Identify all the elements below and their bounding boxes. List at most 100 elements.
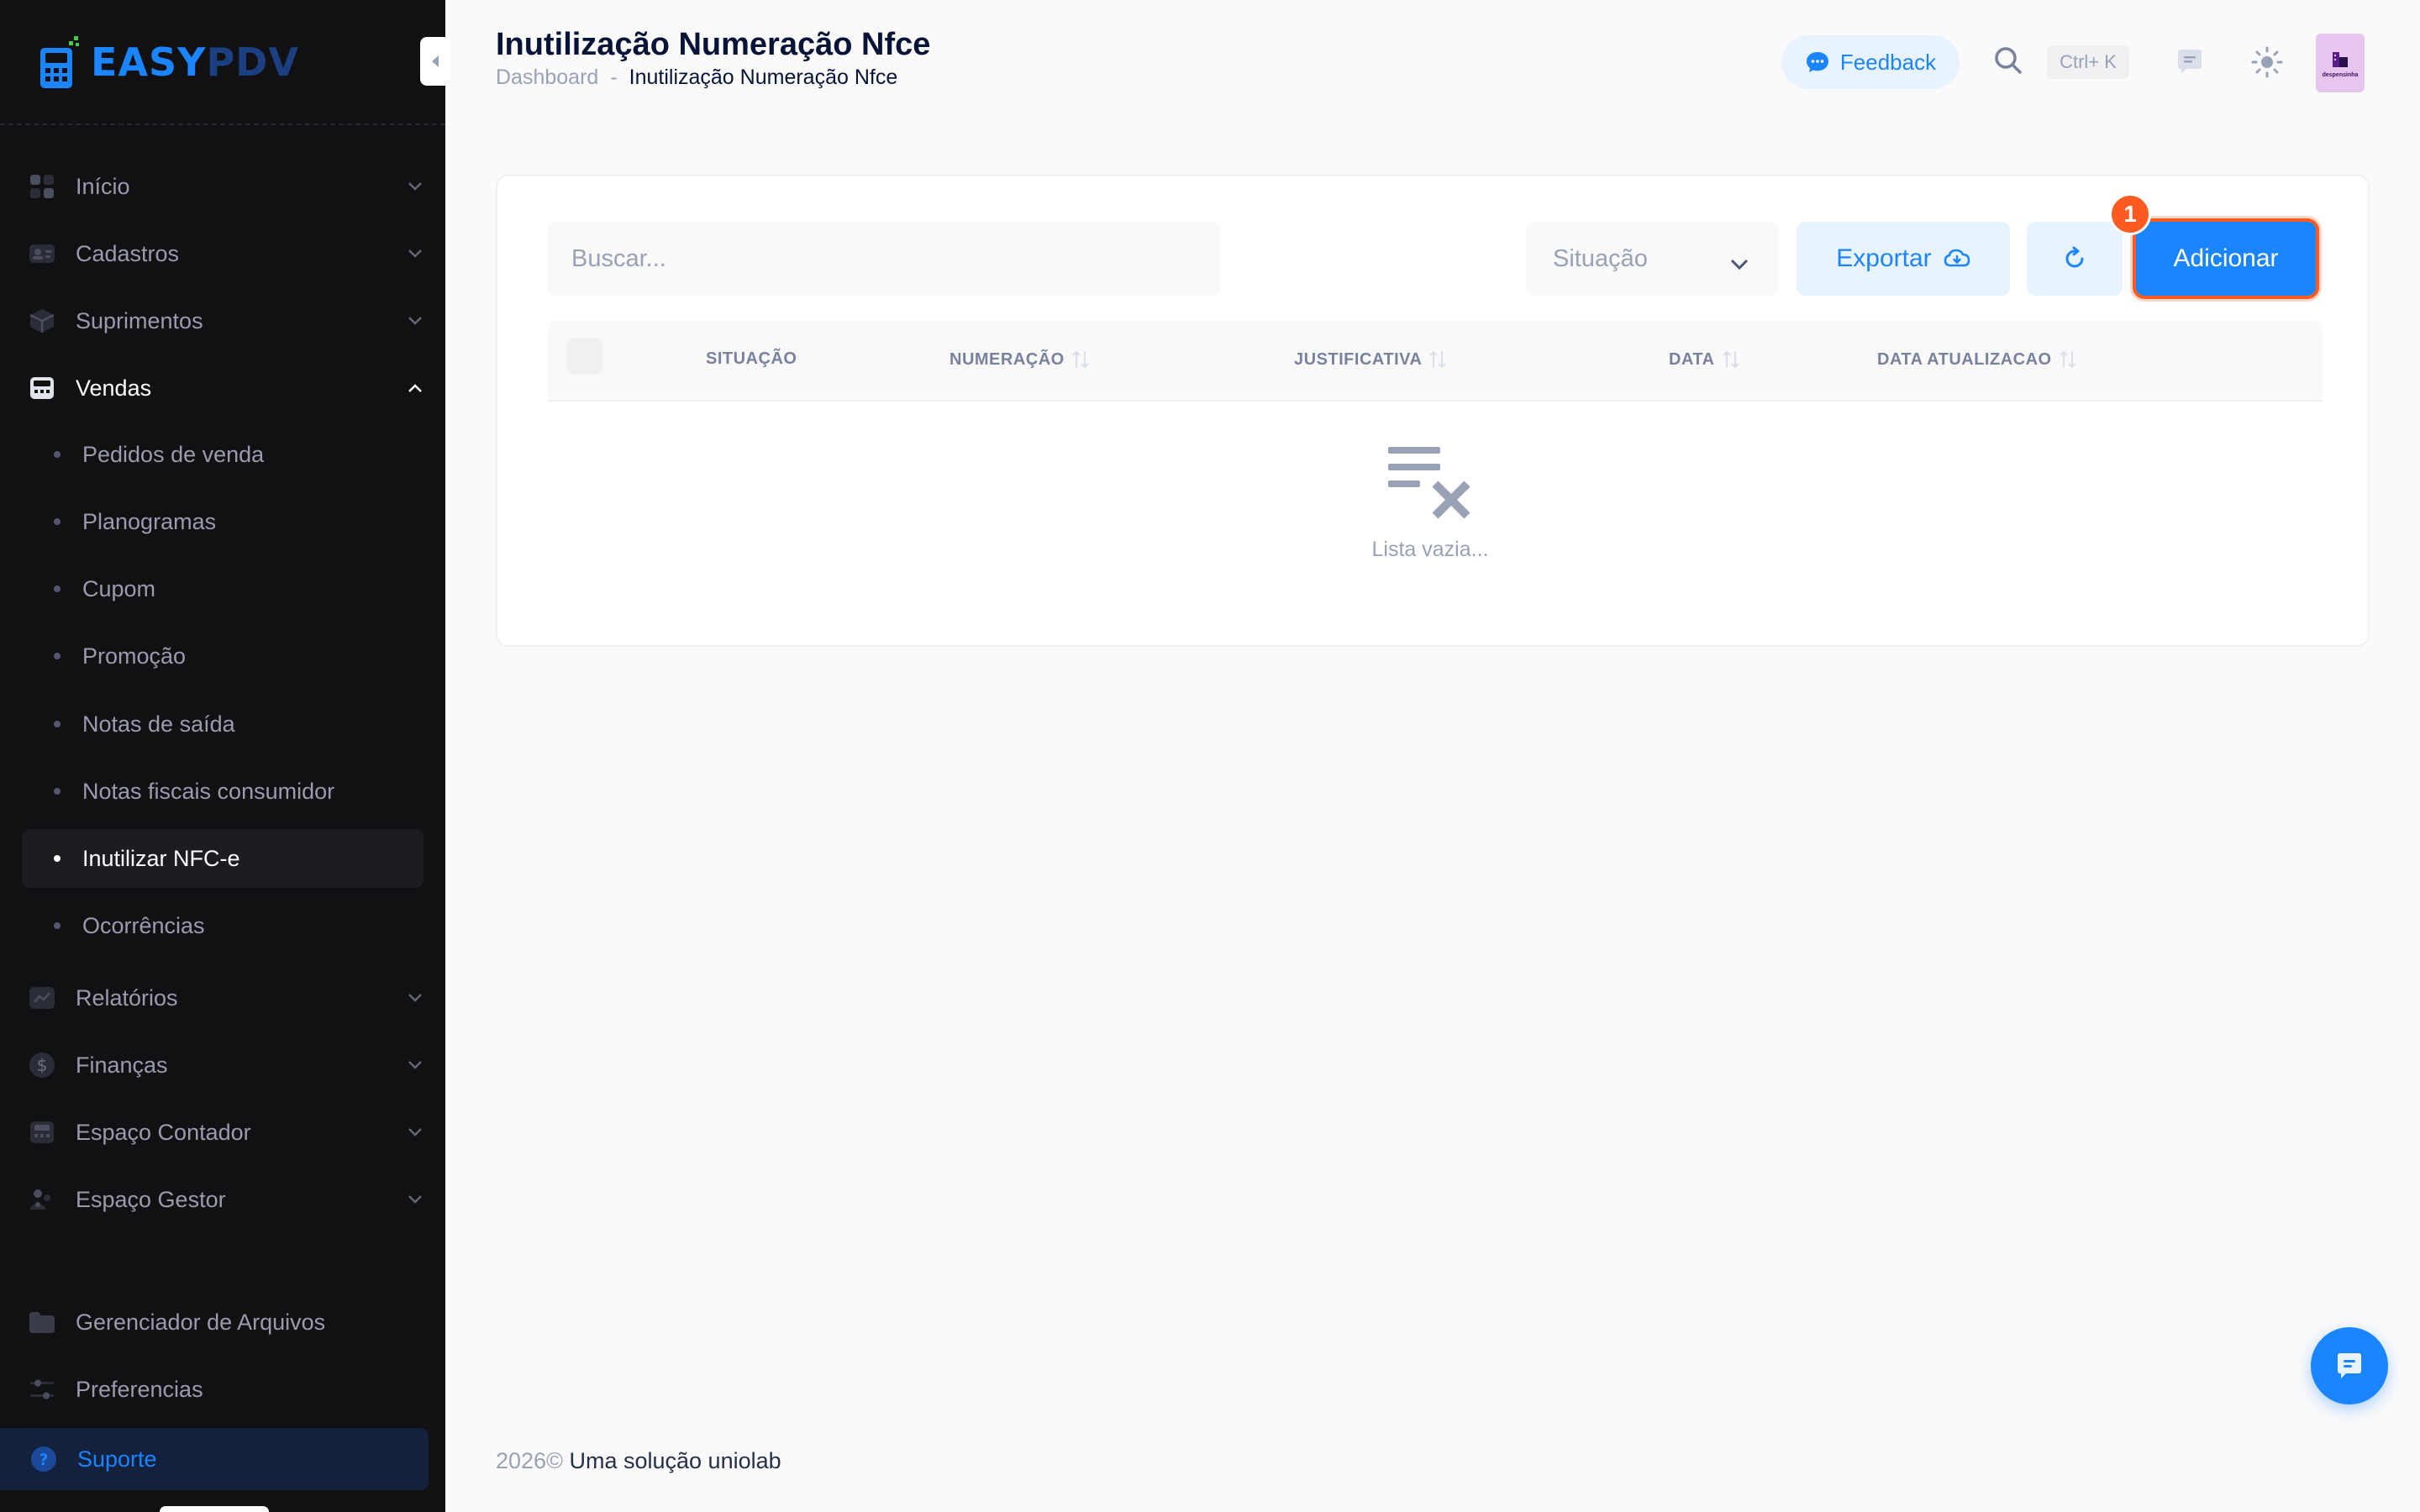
sidebar-subitem-label: Promoção [82, 643, 187, 669]
export-button[interactable]: Exportar [1797, 222, 2010, 296]
sidebar-subitem-planogramas[interactable]: Planogramas [22, 492, 424, 551]
sidebar-item-label: Cadastros [76, 240, 180, 266]
refresh-icon [2065, 246, 2084, 268]
sort-icon [2059, 350, 2076, 369]
status-select[interactable]: Situação [1526, 222, 1778, 296]
sort-icon [1429, 350, 1447, 369]
breadcrumb-current: Inutilização Numeração Nfce [629, 66, 898, 89]
column-header-data-atualizacao[interactable]: DATA ATUALIZACAO [1877, 349, 2077, 370]
calculator-icon [29, 1119, 55, 1146]
sidebar-subitem-label: Inutilizar NFC-e [82, 845, 240, 871]
question-icon: ? [30, 1446, 57, 1473]
sidebar-subitem-label: Pedidos de venda [82, 441, 265, 467]
status-select-value: Situação [1553, 244, 1648, 272]
column-header-justificativa[interactable]: JUSTIFICATIVA [1294, 349, 1447, 370]
column-header-situacao[interactable]: SITUAÇÃO [706, 349, 797, 369]
sidebar-subitem-ocorrencias[interactable]: Ocorrências [22, 896, 424, 955]
sidebar-item-preferencias[interactable]: Preferencias [22, 1362, 425, 1416]
sidebar-subitem-label: Notas fiscais consumidor [82, 778, 335, 804]
sidebar-item-label: Relatórios [76, 984, 178, 1011]
sidebar-item-label: Preferencias [76, 1376, 203, 1402]
sidebar-item-suprimentos[interactable]: Suprimentos [22, 294, 425, 348]
sidebar-item-label: Suprimentos [76, 307, 203, 333]
sort-icon [1072, 350, 1089, 369]
brand-logo[interactable]: EASYPDV [37, 29, 299, 96]
select-all-checkbox[interactable] [566, 338, 603, 375]
sidebar-item-financas[interactable]: $ Finanças [22, 1038, 425, 1092]
sidebar-subitem-notas-fiscais-consumidor[interactable]: Notas fiscais consumidor [22, 762, 424, 821]
sidebar-subitem-inutilizar-nfce[interactable]: Inutilizar NFC-e [22, 829, 424, 888]
feedback-button[interactable]: Feedback [1781, 35, 1960, 89]
sidebar-subitem-label: Ocorrências [82, 912, 205, 938]
sidebar-subitem-cupom[interactable]: Cupom [22, 559, 424, 618]
page-title: Inutilização Numeração Nfce [496, 27, 931, 62]
sidebar-item-espaco-contador[interactable]: Espaço Contador [22, 1105, 425, 1159]
cash-register-icon [29, 375, 55, 402]
sidebar-subitem-promocao[interactable]: Promoção [22, 627, 424, 685]
table-header: SITUAÇÃO NUMERAÇÃO JUSTIFICATIVA DATA DA… [548, 321, 2323, 402]
sidebar-divider [0, 123, 445, 125]
folder-icon [29, 1309, 55, 1336]
bullet-icon [54, 451, 60, 458]
message-icon[interactable] [2175, 47, 2205, 81]
sidebar-item-gerenciador-de-arquivos[interactable]: Gerenciador de Arquivos [22, 1295, 425, 1349]
list-remove-icon [1388, 447, 1470, 519]
export-label: Exportar [1836, 244, 1932, 272]
breadcrumb-home[interactable]: Dashboard [496, 66, 598, 90]
dollar-icon: $ [29, 1052, 55, 1079]
footer: 2026© Uma solução uniolab [496, 1448, 781, 1474]
footer-year: 2026© [496, 1448, 563, 1473]
sidebar-subitem-label: Planogramas [82, 508, 217, 534]
logo-text-easy: EASY [91, 39, 207, 85]
cash-register-logo-icon [40, 36, 79, 88]
bullet-icon [54, 653, 60, 659]
avatar[interactable]: despensinha [2316, 34, 2365, 92]
step-badge: 1 [2109, 193, 2151, 235]
chat-fab-button[interactable] [2311, 1327, 2388, 1404]
breadcrumb: Dashboard - Inutilização Numeração Nfce [496, 66, 897, 90]
chevron-up-icon [405, 378, 425, 398]
scroll-handle[interactable] [160, 1506, 269, 1512]
sidebar-item-cadastros[interactable]: Cadastros [22, 227, 425, 281]
cloud-download-icon [1944, 249, 1970, 267]
sidebar-collapse-button[interactable] [420, 37, 450, 86]
bullet-icon [54, 788, 60, 795]
sidebar-item-espaco-gestor[interactable]: Espaço Gestor [22, 1173, 425, 1226]
bullet-icon [54, 518, 60, 525]
chevron-down-icon [405, 1055, 425, 1075]
chevron-down-icon [405, 988, 425, 1008]
people-icon [29, 1186, 55, 1213]
bullet-icon [54, 721, 60, 727]
sort-icon [1722, 350, 1739, 369]
empty-state: Lista vazia... [1346, 444, 1514, 562]
add-button[interactable]: Adicionar [2136, 222, 2316, 296]
refresh-button[interactable] [2027, 222, 2123, 296]
sidebar-item-label: Espaço Contador [76, 1119, 251, 1145]
chevron-down-icon [405, 244, 425, 264]
sun-icon[interactable] [2250, 45, 2284, 83]
sidebar-item-relatorios[interactable]: Relatórios [22, 971, 425, 1025]
search-icon[interactable] [1993, 45, 2023, 80]
sidebar-item-suporte[interactable]: ? Suporte [0, 1428, 429, 1490]
bullet-icon [54, 855, 60, 862]
avatar-text: despensinha [2322, 71, 2359, 78]
grid-icon [29, 173, 55, 200]
sidebar-subitem-label: Cupom [82, 575, 156, 601]
svg-text:$: $ [37, 1055, 48, 1075]
sidebar-item-label: Suporte [77, 1446, 157, 1472]
chevron-down-icon [405, 176, 425, 197]
sidebar-item-label: Gerenciador de Arquivos [76, 1309, 326, 1335]
column-header-numeracao[interactable]: NUMERAÇÃO [950, 349, 1090, 370]
sidebar-item-label: Finanças [76, 1052, 168, 1078]
footer-company-link[interactable]: Uma solução uniolab [569, 1448, 781, 1473]
logo-text-pdv: PDV [206, 39, 299, 85]
search-input[interactable] [548, 222, 1220, 296]
sidebar-item-label: Início [76, 173, 130, 199]
sidebar-subitem-pedidos-de-venda[interactable]: Pedidos de venda [22, 425, 424, 484]
svg-text:?: ? [39, 1451, 48, 1469]
sidebar-item-vendas[interactable]: Vendas [22, 361, 425, 415]
sidebar-item-inicio[interactable]: Início [22, 160, 425, 213]
sidebar: EASYPDV Início Cadastros Suprimentos Ven… [0, 0, 445, 1512]
column-header-data[interactable]: DATA [1669, 349, 1740, 370]
sidebar-subitem-notas-de-saida[interactable]: Notas de saída [22, 695, 424, 753]
